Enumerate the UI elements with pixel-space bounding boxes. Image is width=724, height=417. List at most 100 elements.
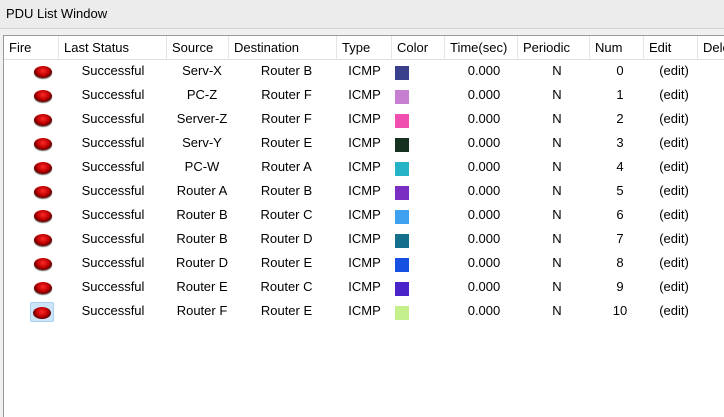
- cell-edit-link[interactable]: (edit): [644, 253, 704, 277]
- fire-button-icon[interactable]: [34, 114, 52, 126]
- cell-last-status: Successful: [81, 207, 145, 222]
- column-header-source[interactable]: Source: [167, 36, 229, 59]
- cell-type: ICMP: [348, 87, 381, 102]
- cell-num: 2: [616, 111, 624, 126]
- cell-type: ICMP: [348, 279, 381, 294]
- cell-destination: Router C: [260, 207, 313, 222]
- cell-time: 0.000: [467, 183, 501, 198]
- cell-last-status: Successful: [81, 111, 145, 126]
- cell-num: 4: [616, 159, 624, 174]
- color-swatch: [395, 162, 409, 176]
- fire-button-icon[interactable]: [34, 210, 52, 222]
- cell-destination: Router D: [260, 231, 313, 246]
- table-row[interactable]: Successful PC-Z Router F ICMP 0.000 N 1 (edit): [4, 85, 724, 109]
- cell-time: 0.000: [467, 279, 501, 294]
- color-swatch: [395, 210, 409, 224]
- cell-destination: Router B: [260, 183, 313, 198]
- table-row[interactable]: Successful Router B Router C ICMP 0.000 N 6 (ed…: [4, 205, 724, 229]
- cell-type: ICMP: [348, 255, 381, 270]
- column-header-fire[interactable]: Fire: [4, 36, 59, 59]
- cell-num: 5: [616, 183, 624, 198]
- fire-button-icon[interactable]: [34, 186, 52, 198]
- cell-periodic: N: [552, 87, 562, 102]
- fire-button-icon[interactable]: [34, 66, 52, 78]
- cell-source: Router B: [176, 207, 228, 222]
- column-header-type[interactable]: Type: [337, 36, 392, 59]
- cell-periodic: N: [552, 231, 562, 246]
- cell-last-status: Successful: [81, 255, 145, 270]
- fire-button-icon[interactable]: [30, 302, 54, 322]
- fire-button-icon[interactable]: [34, 90, 52, 102]
- table-row[interactable]: Successful Server-Z Router F ICMP 0.000 N 2 (ed…: [4, 109, 724, 133]
- cell-periodic: N: [552, 159, 562, 174]
- cell-destination: Router C: [260, 279, 313, 294]
- fire-button-icon[interactable]: [34, 162, 52, 174]
- cell-num: 3: [616, 135, 624, 150]
- cell-last-status: Successful: [81, 135, 145, 150]
- cell-source: Serv-Y: [182, 135, 222, 150]
- cell-type: ICMP: [348, 303, 381, 318]
- cell-destination: Router A: [261, 159, 312, 174]
- cell-edit-link[interactable]: (edit): [644, 229, 704, 253]
- cell-edit-link[interactable]: (edit): [644, 109, 704, 133]
- cell-last-status: Successful: [81, 183, 145, 198]
- fire-button-icon[interactable]: [34, 138, 52, 150]
- fire-button-icon[interactable]: [34, 282, 52, 294]
- column-header-destination[interactable]: Destination: [229, 36, 337, 59]
- table-header: Fire Last Status Source Destination Type…: [4, 36, 724, 60]
- cell-edit-link[interactable]: (edit): [644, 157, 704, 181]
- color-swatch: [395, 186, 409, 200]
- cell-num: 7: [616, 231, 624, 246]
- cell-edit-link[interactable]: (edit): [644, 205, 704, 229]
- table-row[interactable]: Successful Router E Router C ICMP 0.000 N 9 (ed…: [4, 277, 724, 301]
- cell-edit-link[interactable]: (edit): [644, 133, 704, 157]
- cell-edit-link[interactable]: (edit): [644, 181, 704, 205]
- color-swatch: [395, 282, 409, 296]
- cell-type: ICMP: [348, 135, 381, 150]
- column-header-delete[interactable]: Delete: [698, 36, 724, 59]
- cell-time: 0.000: [467, 135, 501, 150]
- column-header-periodic[interactable]: Periodic: [518, 36, 590, 59]
- table-row[interactable]: Successful Router A Router B ICMP 0.000 N 5 (ed…: [4, 181, 724, 205]
- cell-time: 0.000: [467, 255, 501, 270]
- cell-type: ICMP: [348, 63, 381, 78]
- cell-last-status: Successful: [81, 159, 145, 174]
- table-row[interactable]: Successful Router B Router D ICMP 0.000 N 7 (ed…: [4, 229, 724, 253]
- cell-type: ICMP: [348, 111, 381, 126]
- cell-edit-link[interactable]: (edit): [644, 301, 704, 325]
- color-swatch: [395, 90, 409, 104]
- cell-source: PC-Z: [186, 87, 218, 102]
- column-header-last-status[interactable]: Last Status: [59, 36, 167, 59]
- cell-last-status: Successful: [81, 231, 145, 246]
- cell-periodic: N: [552, 207, 562, 222]
- table-row[interactable]: Successful PC-W Router A ICMP 0.000 N 4 (edit): [4, 157, 724, 181]
- cell-num: 8: [616, 255, 624, 270]
- fire-button-icon[interactable]: [34, 234, 52, 246]
- column-header-num[interactable]: Num: [590, 36, 644, 59]
- column-header-color[interactable]: Color: [392, 36, 445, 59]
- cell-periodic: N: [552, 279, 562, 294]
- color-swatch: [395, 66, 409, 80]
- cell-destination: Router B: [260, 63, 313, 78]
- column-header-time[interactable]: Time(sec): [445, 36, 518, 59]
- cell-destination: Router E: [260, 135, 313, 150]
- cell-periodic: N: [552, 63, 562, 78]
- cell-source: Router F: [176, 303, 228, 318]
- cell-edit-link[interactable]: (edit): [644, 85, 704, 109]
- table-row[interactable]: Successful Router D Router E ICMP 0.000 N 8 (ed…: [4, 253, 724, 277]
- cell-edit-link[interactable]: (edit): [644, 277, 704, 301]
- cell-destination: Router E: [260, 303, 313, 318]
- cell-periodic: N: [552, 303, 562, 318]
- cell-num: 0: [616, 63, 624, 78]
- cell-last-status: Successful: [81, 63, 145, 78]
- cell-time: 0.000: [467, 111, 501, 126]
- column-header-edit[interactable]: Edit: [644, 36, 698, 59]
- table-row[interactable]: Successful Serv-X Router B ICMP 0.000 N 0 (edit…: [4, 61, 724, 85]
- table-row[interactable]: Successful Router F Router E ICMP 0.000 N 10 (e…: [4, 301, 724, 325]
- cell-edit-link[interactable]: (edit): [644, 61, 704, 85]
- fire-button-icon[interactable]: [34, 258, 52, 270]
- color-swatch: [395, 138, 409, 152]
- table-row[interactable]: Successful Serv-Y Router E ICMP 0.000 N 3 (edit…: [4, 133, 724, 157]
- cell-source: Router B: [176, 231, 228, 246]
- cell-num: 10: [612, 303, 628, 318]
